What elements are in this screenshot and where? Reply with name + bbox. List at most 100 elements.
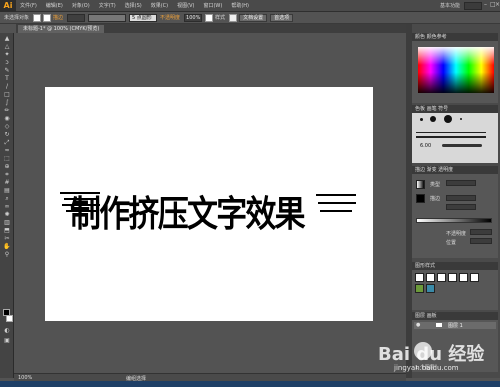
lasso-tool-icon[interactable]: ɔ (3, 60, 11, 66)
magic-wand-tool-icon[interactable]: ✦ (3, 52, 11, 58)
close-icon[interactable]: × (495, 1, 500, 9)
direct-selection-tool-icon[interactable]: △ (3, 44, 11, 50)
hand-tool-icon[interactable]: ✋ (3, 244, 11, 250)
document-tab[interactable]: 未标题-1* @ 100% (CMYK/预览) (18, 25, 105, 33)
brush-line-1[interactable] (416, 132, 486, 133)
status-bar: 100% 编组选择 (14, 373, 406, 382)
line-tool-icon[interactable]: / (3, 84, 11, 90)
paintbrush-tool-icon[interactable]: ∫ (3, 100, 11, 106)
visibility-eye-icon[interactable]: ● (416, 322, 420, 328)
color-panel (412, 41, 498, 103)
brush-preset-large[interactable] (444, 115, 452, 123)
menu-view[interactable]: 视图(V) (177, 2, 194, 9)
mesh-tool-icon[interactable]: # (3, 180, 11, 186)
eraser-tool-icon[interactable]: ◇ (3, 124, 11, 130)
gradient-position-field[interactable] (470, 238, 492, 244)
perspective-grid-tool-icon[interactable]: ⌗ (3, 172, 11, 178)
type-tool-icon[interactable]: T (3, 76, 11, 82)
menu-effect[interactable]: 效果(C) (151, 2, 168, 9)
graphic-style-3[interactable] (437, 273, 446, 282)
gradient-angle-field[interactable] (446, 195, 476, 201)
screen-mode-icon[interactable]: ▣ (3, 338, 11, 344)
artboard-tool-icon[interactable]: ⬒ (3, 228, 11, 234)
stroke-weight-field[interactable] (67, 13, 86, 22)
rotate-tool-icon[interactable]: ↻ (3, 132, 11, 138)
variable-width-field[interactable] (88, 13, 127, 22)
position-label: 位置 (446, 240, 457, 246)
menu-help[interactable]: 帮助(H) (231, 2, 249, 9)
app-logo: Ai (0, 0, 16, 12)
eyedropper-tool-icon[interactable]: ⌕ (3, 196, 11, 202)
baidu-jingyan-watermark: Bai du 经验 jingyan.baidu.com (378, 336, 496, 384)
rectangle-tool-icon[interactable]: □ (3, 92, 11, 98)
gradient-slider[interactable] (416, 218, 492, 223)
blob-brush-tool-icon[interactable]: ◉ (3, 116, 11, 122)
gradient-aspect-field[interactable] (446, 204, 476, 210)
menu-window[interactable]: 窗口(W) (203, 2, 222, 9)
search-input[interactable] (464, 2, 482, 10)
graphic-style-4[interactable] (448, 273, 457, 282)
document-setup-button[interactable]: 文档设置 (239, 13, 268, 22)
column-graph-tool-icon[interactable]: ▥ (3, 220, 11, 226)
watermark-url: jingyan.baidu.com (394, 364, 459, 372)
graphic-style-7[interactable] (415, 284, 424, 293)
opacity-swatch (205, 13, 214, 22)
layers-panel-header[interactable]: 图层 画板 (412, 312, 498, 320)
brush-panel: 6.00 (412, 113, 498, 163)
gradient-type-select[interactable] (446, 180, 476, 186)
style-swatch[interactable] (229, 13, 238, 22)
brush-definition-select[interactable]: 5 点圆形 (129, 13, 158, 22)
shape-builder-tool-icon[interactable]: ⊕ (3, 164, 11, 170)
slice-tool-icon[interactable]: ✂ (3, 236, 11, 242)
zoom-tool-icon[interactable]: ⚲ (3, 252, 11, 258)
fill-stroke-icon[interactable] (416, 194, 425, 203)
symbol-sprayer-tool-icon[interactable]: ✺ (3, 212, 11, 218)
preferences-button[interactable]: 首选项 (270, 13, 294, 22)
stroke-swatch[interactable] (43, 13, 52, 22)
minimize-icon[interactable]: – (484, 1, 489, 9)
menu-edit[interactable]: 编辑(E) (46, 2, 63, 9)
layer-row[interactable]: ● 图层 1 (414, 322, 496, 329)
opacity-field[interactable]: 100% (184, 13, 203, 22)
menu-object[interactable]: 对象(O) (72, 2, 90, 9)
color-spectrum-highlight (418, 47, 494, 65)
fill-swatch[interactable] (33, 13, 42, 22)
gradient-thumbnail[interactable] (416, 180, 425, 189)
tools-panel: ▲ △ ✦ ɔ ✎ T / □ ∫ ✏ ◉ ◇ ↻ ⤢ ≈ ⬚ ⊕ ⌗ # ▤ … (0, 33, 14, 378)
graphic-style-default[interactable] (415, 273, 424, 282)
graphic-style-2[interactable] (426, 273, 435, 282)
menu-type[interactable]: 文字(T) (99, 2, 116, 9)
stroke-color-icon[interactable] (6, 315, 13, 322)
workspace-switcher[interactable]: 基本功能 (440, 2, 460, 9)
brush-panel-header[interactable]: 色板 画笔 符号 (412, 105, 498, 113)
menu-file[interactable]: 文件(F) (20, 2, 37, 9)
graphic-styles-header[interactable]: 图形样式 (412, 262, 498, 270)
brush-preset-medium[interactable] (430, 116, 436, 122)
motion-streak (318, 202, 356, 204)
brush-line-2[interactable] (416, 136, 486, 138)
draw-mode-icon[interactable]: ◐ (3, 328, 11, 334)
width-tool-icon[interactable]: ≈ (3, 148, 11, 154)
stroke-label[interactable]: 描边 (53, 14, 63, 21)
layer-thumbnail (436, 323, 442, 327)
gradient-tool-icon[interactable]: ▤ (3, 188, 11, 194)
opacity-label[interactable]: 不透明度 (160, 14, 180, 21)
pencil-tool-icon[interactable]: ✏ (3, 108, 11, 114)
free-transform-tool-icon[interactable]: ⬚ (3, 156, 11, 162)
graphic-style-5[interactable] (459, 273, 468, 282)
graphic-style-8[interactable] (426, 284, 435, 293)
pen-tool-icon[interactable]: ✎ (3, 68, 11, 74)
scale-tool-icon[interactable]: ⤢ (3, 140, 11, 146)
selection-tool-icon[interactable]: ▲ (3, 36, 11, 42)
brush-size-label: 6.00 (420, 143, 432, 149)
brush-preset-small[interactable] (420, 118, 423, 121)
graphic-style-6[interactable] (470, 273, 479, 282)
menu-select[interactable]: 选择(S) (125, 2, 142, 9)
gradient-panel-header[interactable]: 描边 渐变 透明度 (412, 166, 498, 174)
gradient-opacity-field[interactable] (470, 229, 492, 235)
blend-tool-icon[interactable]: ∞ (3, 204, 11, 210)
squeezed-text-artwork[interactable]: 制作挤压文字效果 (60, 180, 360, 235)
color-panel-header[interactable]: 颜色 颜色参考 (412, 33, 498, 41)
layer-name[interactable]: 图层 1 (448, 322, 463, 329)
brush-preset-tiny[interactable] (460, 118, 462, 120)
